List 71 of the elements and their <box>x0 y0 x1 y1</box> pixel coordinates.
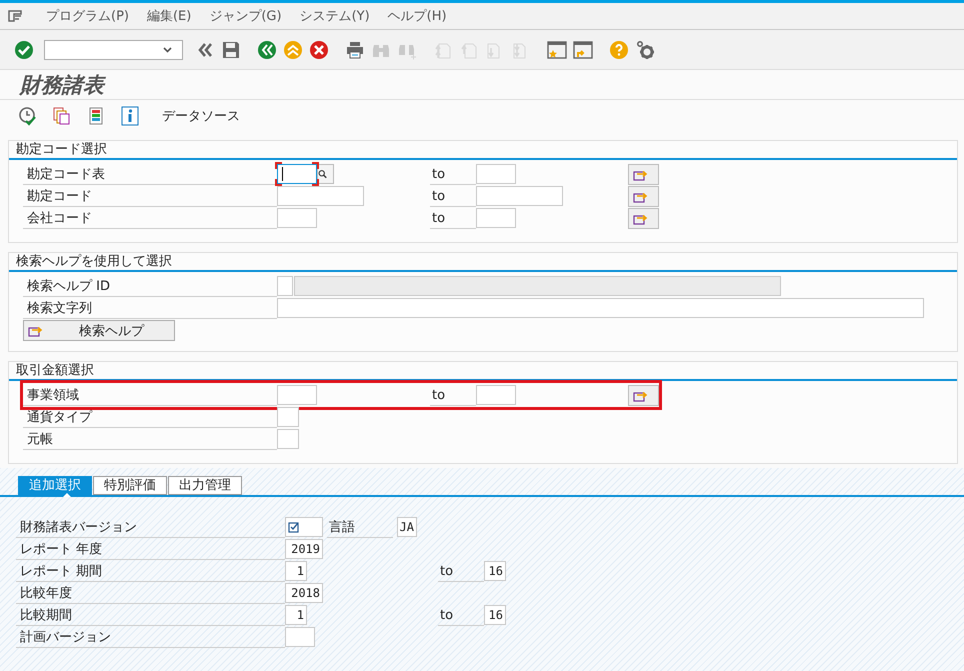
checkbox-checked-icon <box>288 521 300 533</box>
cancel-icon[interactable] <box>309 40 329 60</box>
tab[interactable]: 追加選択 <box>18 476 92 495</box>
up-icon[interactable] <box>283 40 303 60</box>
input-field[interactable]: 1 <box>285 605 307 625</box>
field-label: 検索ヘルプ ID <box>23 276 277 296</box>
input-field[interactable]: 2018 <box>285 583 323 603</box>
command-field[interactable] <box>44 40 183 60</box>
tab[interactable]: 特別評価 <box>93 476 167 495</box>
clock-check-icon[interactable] <box>18 106 38 126</box>
field-label: 勘定コード <box>23 186 277 206</box>
input-field[interactable] <box>277 208 317 228</box>
field-label: 言語 <box>327 516 393 538</box>
field-label: 会社コード <box>23 208 277 228</box>
input-field[interactable]: JA <box>397 517 417 537</box>
field-label: 元帳 <box>23 428 277 450</box>
check-icon[interactable] <box>14 40 34 60</box>
menu-item[interactable]: 編集(E) <box>146 7 192 25</box>
field-label: 比較期間 <box>16 604 285 626</box>
input-field[interactable] <box>476 208 516 228</box>
multiple-selection-button[interactable] <box>628 208 659 228</box>
input-field[interactable] <box>277 298 924 318</box>
info-icon[interactable] <box>120 106 140 126</box>
input-field[interactable]: 1 <box>285 561 307 581</box>
input-field[interactable] <box>285 517 323 537</box>
settings-icon[interactable] <box>635 40 655 60</box>
section-title: 検索ヘルプを使用して選択 <box>15 253 173 270</box>
field-label: 財務諸表バージョン <box>16 516 285 538</box>
data-source-button[interactable]: データソース <box>162 106 240 124</box>
section-title: 取引金額選択 <box>15 362 95 379</box>
input-field[interactable]: 16 <box>484 561 506 581</box>
field-label: 計画バージョン <box>16 626 285 648</box>
search-help-button[interactable]: 検索ヘルプ <box>23 320 175 341</box>
multiple-selection-button[interactable] <box>628 384 659 406</box>
input-field[interactable] <box>285 627 315 647</box>
help-icon[interactable] <box>609 40 629 60</box>
field-label: レポート 年度 <box>16 538 285 560</box>
field-label: 勘定コード表 <box>23 164 277 184</box>
input-field[interactable] <box>277 429 299 449</box>
search-icon <box>318 168 327 180</box>
field-label: 通貨タイプ <box>23 406 277 428</box>
search-button[interactable] <box>317 164 334 184</box>
field-label: レポート 期間 <box>16 560 285 582</box>
input-field[interactable] <box>476 385 516 405</box>
input-field[interactable] <box>277 164 317 184</box>
input-field[interactable] <box>277 186 364 206</box>
printer-icon[interactable] <box>345 40 365 60</box>
menu-item[interactable]: システム(Y) <box>300 7 370 25</box>
dropdown-icon <box>163 46 172 52</box>
input-field[interactable] <box>476 164 516 184</box>
multiple-selection-button[interactable] <box>628 186 659 206</box>
input-field[interactable] <box>277 407 299 427</box>
field-label: 事業領域 <box>23 384 277 406</box>
input-field[interactable] <box>294 276 781 296</box>
input-field[interactable]: 16 <box>484 605 506 625</box>
section-title: 勘定コード選択 <box>15 141 108 158</box>
back-icon[interactable] <box>257 40 277 60</box>
screen-title: 財務諸表 <box>20 72 104 98</box>
tab[interactable]: 出力管理 <box>168 476 242 495</box>
input-field[interactable] <box>277 276 293 296</box>
menu-item[interactable]: プログラム(P) <box>46 7 129 25</box>
input-field[interactable]: 2019 <box>285 539 323 559</box>
field-label: 比較年度 <box>16 582 285 604</box>
menu-item[interactable]: ジャンプ(G) <box>209 7 282 25</box>
menu-icon[interactable] <box>8 10 22 22</box>
field-label: 検索文字列 <box>23 298 277 318</box>
multiple-selection-button[interactable] <box>628 164 659 184</box>
input-field[interactable] <box>277 385 317 405</box>
input-field[interactable] <box>476 186 563 206</box>
copy-icon[interactable] <box>52 106 72 126</box>
menu-item[interactable]: ヘルプ(H) <box>388 7 447 25</box>
